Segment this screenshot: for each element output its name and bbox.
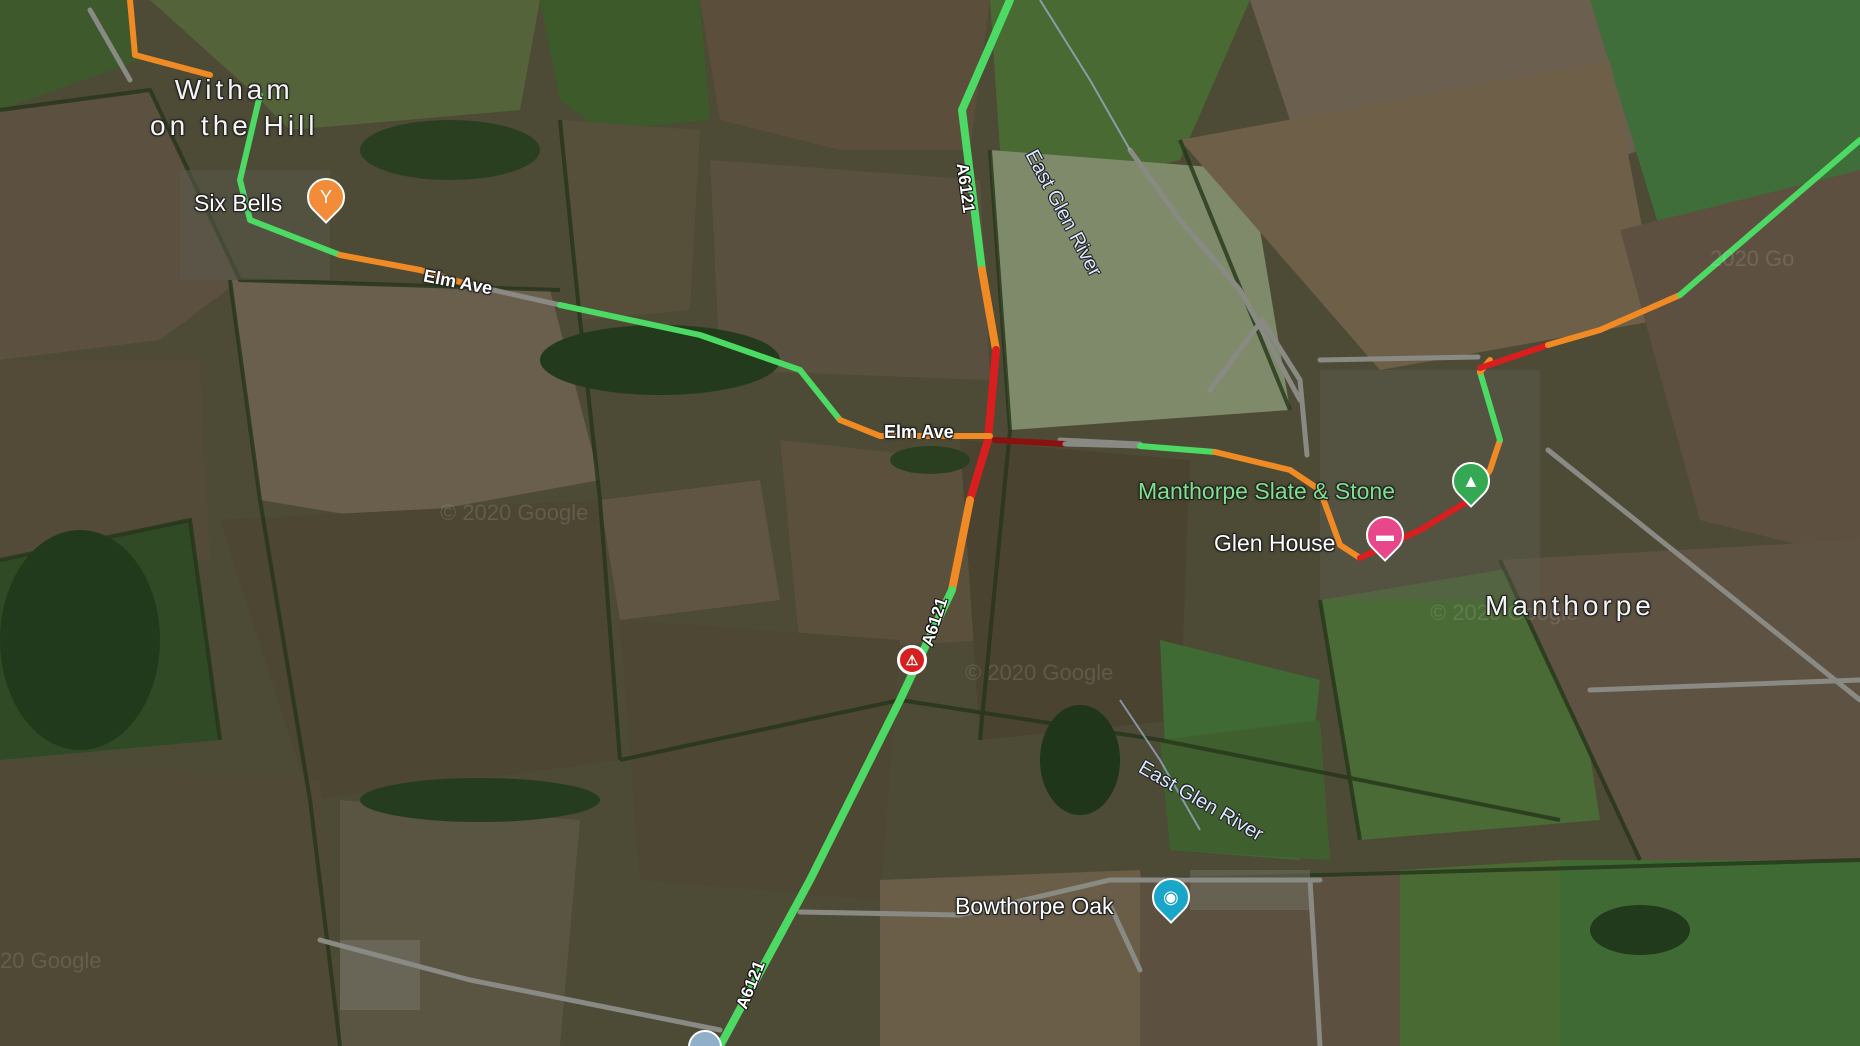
map-view[interactable]: © 2020 Google © 2020 Google 2020 Go 20 G…: [0, 0, 1860, 1046]
map-watermark: © 2020 Google: [440, 500, 589, 525]
place-label-witham-on-the-hill[interactable]: Witham on the Hill: [150, 72, 319, 144]
traffic-incident-icon[interactable]: ⚠: [897, 645, 927, 675]
road-label-elm-ave: Elm Ave: [884, 422, 954, 442]
poi-label-manthorpe-slate-and-stone[interactable]: Manthorpe Slate & Stone: [1138, 478, 1395, 505]
map-watermark: 20 Google: [0, 948, 102, 973]
map-watermark: © 2020 Google: [965, 660, 1114, 685]
place-label-manthorpe[interactable]: Manthorpe: [1485, 590, 1655, 622]
poi-label-bowthorpe-oak[interactable]: Bowthorpe Oak: [955, 893, 1114, 920]
poi-label-six-bells[interactable]: Six Bells: [194, 190, 282, 217]
map-watermark: 2020 Go: [1710, 246, 1795, 271]
poi-label-glen-house[interactable]: Glen House: [1214, 530, 1335, 557]
satellite-imagery: [0, 0, 1860, 1046]
